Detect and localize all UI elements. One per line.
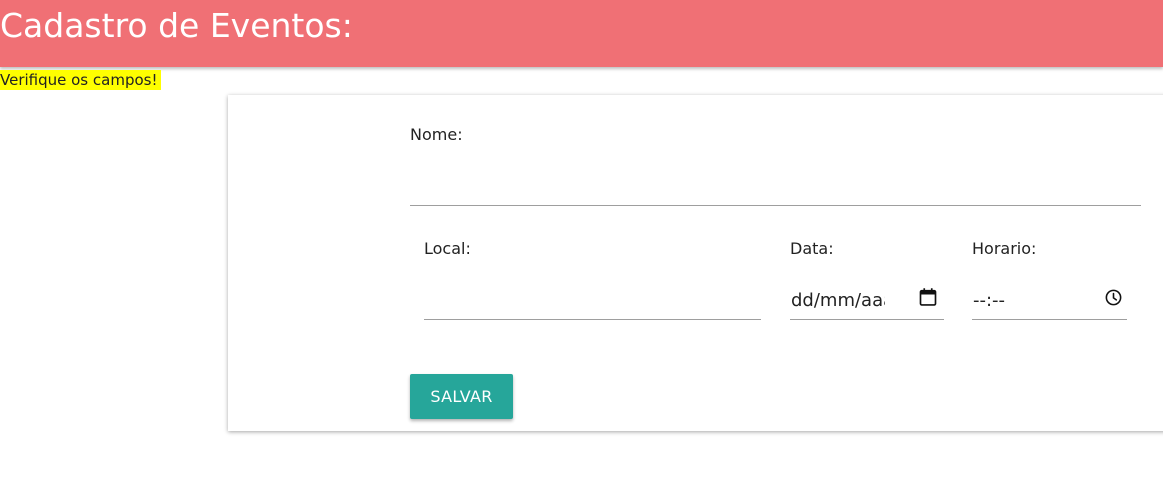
data-label: Data:: [790, 239, 834, 258]
horario-label: Horario:: [972, 239, 1037, 258]
data-value: dd/mm/aaaa: [791, 290, 885, 311]
page-title: Cadastro de Eventos:: [0, 6, 353, 45]
nome-label: Nome:: [410, 125, 463, 144]
nome-input[interactable]: [410, 169, 1141, 206]
calendar-icon[interactable]: [918, 287, 938, 307]
local-input[interactable]: [424, 283, 761, 320]
data-input[interactable]: dd/mm/aaaa: [790, 283, 944, 320]
save-button[interactable]: SALVAR: [410, 374, 513, 419]
page-header: Cadastro de Eventos:: [0, 0, 1163, 67]
clock-icon[interactable]: [1104, 288, 1123, 307]
local-label: Local:: [424, 239, 471, 258]
event-form-card: Nome: Local: Data: dd/mm/aaaa Horario: -…: [228, 95, 1163, 431]
horario-input[interactable]: --:--: [972, 283, 1127, 320]
validation-alert: Verifique os campos!: [0, 70, 162, 90]
horario-value: --:--: [973, 290, 1006, 311]
